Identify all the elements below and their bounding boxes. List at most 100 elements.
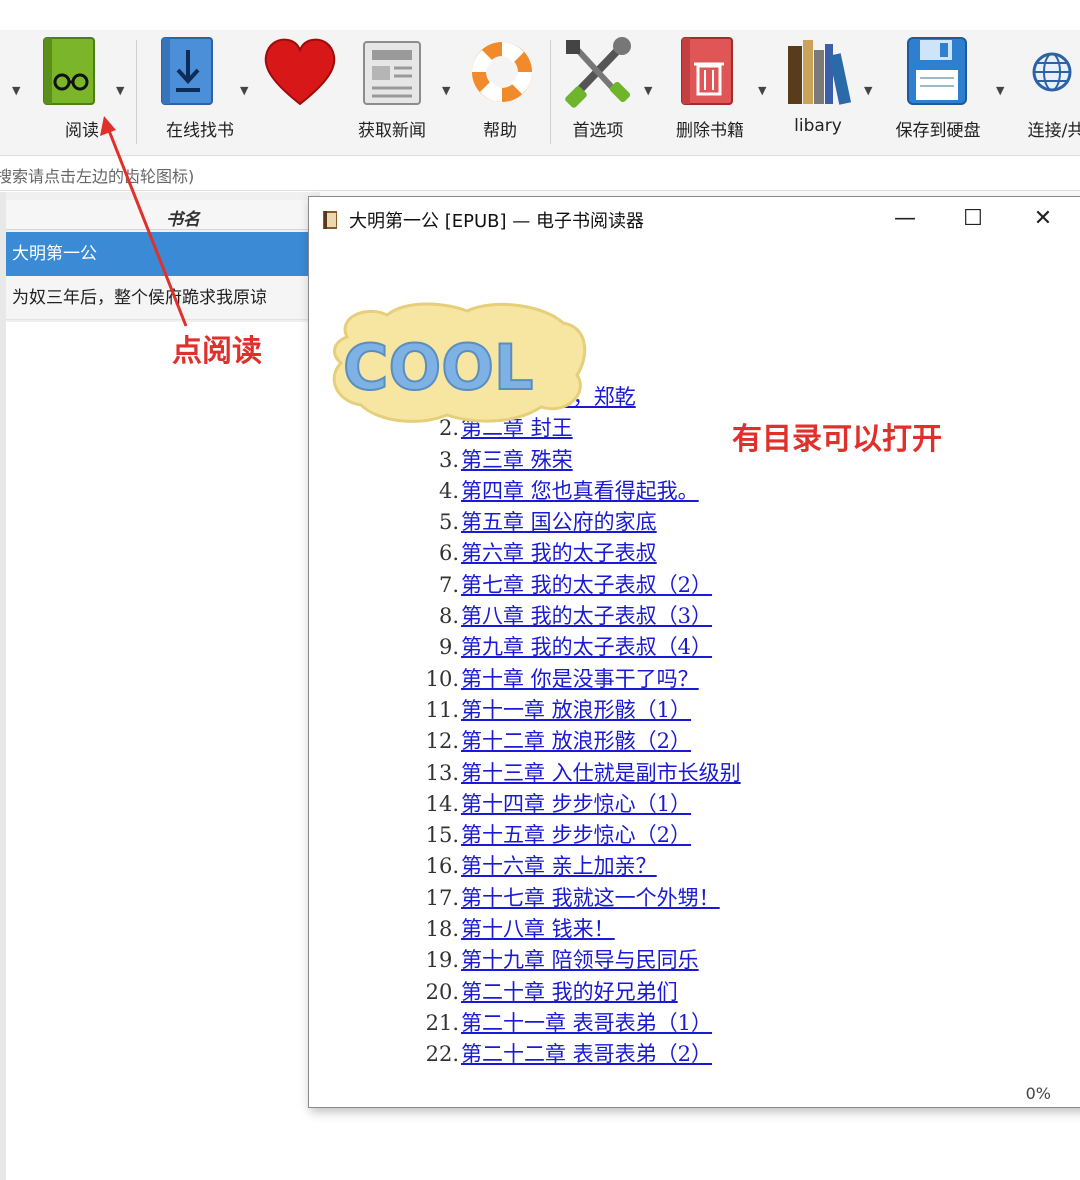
table-row[interactable]: 为奴三年后，整个侯府跪求我原谅 [6,276,320,320]
reader-window-title: 大明第一公 [EPUB] — 电子书阅读器 [349,211,644,232]
toc-item-number: 13. [425,760,459,785]
toolbar-preferences-label: 首选项 [572,121,624,141]
column-header-title-label: 书名 [166,210,200,230]
toc-item-number: 16. [425,854,459,879]
toc-item-number: 9. [438,635,459,660]
toc-chapter-link[interactable]: 第十二章 放浪形骸（2） [461,729,691,753]
toc-chapter-link[interactable]: 第十六章 亲上加亲？ [461,854,657,878]
toc-chapter-link[interactable]: 第九章 我的太子表叔（4） [461,635,712,659]
toolbar-fetch-news-label: 获取新闻 [358,121,426,141]
toc-item: 22.第二十二章 表哥表弟（2） [409,1039,741,1070]
toolbar-save-to-disk-label: 保存到硬盘 [895,121,981,141]
chevron-down-icon[interactable]: ▼ [12,84,20,97]
toc-item: 13.第十三章 入仕就是副市长级别 [409,758,741,789]
toolbar-read-label: 阅读 [65,121,99,141]
chevron-down-icon[interactable]: ▼ [644,84,652,97]
chevron-down-icon[interactable]: ▼ [996,84,1004,97]
globe-connect-icon [1032,52,1072,92]
toc-item: 15.第十五章 步步惊心（2） [409,820,741,851]
toolbar-find-online-label: 在线找书 [166,121,234,141]
toc-chapter-link[interactable]: 第十三章 入仕就是副市长级别 [461,761,741,785]
toc-chapter-link[interactable]: 第十七章 我就这一个外甥！ [461,886,720,910]
toc-chapter-link[interactable]: 第十一章 放浪形骸（1） [461,698,691,722]
chevron-down-icon[interactable]: ▼ [442,84,450,97]
toc-item: 11.第十一章 放浪形骸（1） [409,695,741,726]
toc-item-number: 7. [438,572,459,597]
floppy-disk-icon [907,37,967,105]
main-toolbar: ▼ 阅读 ▼ 在线找书 ▼ 获取新闻 ▼ 帮助 首选项 ▼ 删除书籍 ▼ lib… [0,30,1080,156]
toc-item-number: 14. [425,791,459,816]
toc-item: 4.第四章 您也真看得起我。 [409,476,741,507]
toc-item-number: 6. [438,541,459,566]
column-header-title[interactable]: 书名 [6,200,320,230]
toc-chapter-link[interactable]: 第二十二章 表哥表弟（2） [461,1042,712,1066]
toc-item: 8.第八章 我的太子表叔（3） [409,601,741,632]
reader-content[interactable]: • 目录 1.第一章 再见，郑乾2.第二章 封王3.第三章 殊荣4.第四章 您也… [309,241,1080,1107]
toolbar-connect-share-label: 连接/共 [1027,121,1080,141]
close-button[interactable]: ✕ [1013,201,1073,237]
top-band [0,0,1080,30]
trash-book-icon [681,37,733,105]
toc-item: 17.第十七章 我就这一个外甥！ [409,883,741,914]
toc-item-number: 18. [425,917,459,942]
toc-chapter-link[interactable]: 第十四章 步步惊心（1） [461,792,691,816]
toc-chapter-link[interactable]: 第七章 我的太子表叔（2） [461,573,712,597]
toc-item-number: 12. [425,729,459,754]
maximize-button[interactable]: ☐ [943,201,1003,237]
toc-item-number: 11. [425,697,459,722]
library-empty-area [6,322,320,1180]
search-hint-text: 搜索请点击左边的齿轮图标) [0,167,195,186]
toolbar-remove-books-label: 删除书籍 [676,121,744,141]
chevron-down-icon[interactable]: ▼ [116,84,124,97]
chevron-down-icon[interactable]: ▼ [758,84,766,97]
toc-chapter-link[interactable]: 第十九章 陪领导与民同乐 [461,948,699,972]
download-book-icon [161,37,213,105]
chevron-down-icon[interactable]: ▼ [864,84,872,97]
toc-item-number: 15. [425,823,459,848]
toc-item: 14.第十四章 步步惊心（1） [409,789,741,820]
toc-chapter-link[interactable]: 第六章 我的太子表叔 [461,541,657,565]
sticker-letter: COOL [343,331,533,404]
toolbar-divider [136,40,137,144]
toc-item: 18.第十八章 钱来！ [409,914,741,945]
toc-item-number: 21. [425,1010,459,1035]
toc-chapter-link[interactable]: 第十五章 步步惊心（2） [461,823,691,847]
chevron-down-icon[interactable]: ▼ [240,84,248,97]
toc-item: 3.第三章 殊荣 [409,445,741,476]
newspaper-icon [363,41,421,105]
toc-chapter-link[interactable]: 第二十章 我的好兄弟们 [461,980,678,1004]
lifebuoy-icon [472,42,532,102]
annotation-read-hint: 点阅读 [172,334,262,369]
toc-item-number: 3. [438,447,459,472]
toc-item-number: 17. [425,885,459,910]
toc-chapter-link[interactable]: 第四章 您也真看得起我。 [461,479,699,503]
toc-item: 19.第十九章 陪领导与民同乐 [409,945,741,976]
toc-chapter-link[interactable]: 第二十一章 表哥表弟（1） [461,1011,712,1035]
reading-progress: 0% [1025,1084,1051,1103]
table-row-selected[interactable]: 大明第一公 [6,232,320,276]
annotation-toc-hint: 有目录可以打开 [732,422,942,457]
read-book-glasses-icon [43,37,95,105]
toc-item-number: 8. [438,604,459,629]
toc-chapter-link[interactable]: 第五章 国公府的家底 [461,510,657,534]
toc-item-number: 4. [438,478,459,503]
reader-titlebar[interactable]: 大明第一公 [EPUB] — 电子书阅读器 — ☐ ✕ [309,197,1080,241]
toc-item-number: 5. [438,510,459,535]
ebook-reader-window: 大明第一公 [EPUB] — 电子书阅读器 — ☐ ✕ • 目录 1.第一章 再… [308,196,1080,1108]
toc-item-number: 22. [425,1042,459,1067]
toc-item: 10.第十章 你是没事干了吗？ [409,664,741,695]
toc-chapter-link[interactable]: 第十八章 钱来！ [461,917,615,941]
toc-chapter-link[interactable]: 第三章 殊荣 [461,448,573,472]
cool-sticker-image: COOL [332,302,587,423]
heart-icon [264,38,336,106]
toc-item: 12.第十二章 放浪形骸（2） [409,726,741,757]
toc-chapter-link[interactable]: 第十章 你是没事干了吗？ [461,667,699,691]
library-pane: 书名 大明第一公 为奴三年后，整个侯府跪求我原谅 [0,192,320,1180]
search-bar[interactable]: 搜索请点击左边的齿轮图标) [0,157,1080,191]
toc-item: 5.第五章 国公府的家底 [409,507,741,538]
minimize-button[interactable]: — [875,201,935,237]
bookshelf-icon [788,40,852,105]
toc-item-number: 19. [425,948,459,973]
toc-item: 16.第十六章 亲上加亲？ [409,851,741,882]
toc-chapter-link[interactable]: 第八章 我的太子表叔（3） [461,604,712,628]
